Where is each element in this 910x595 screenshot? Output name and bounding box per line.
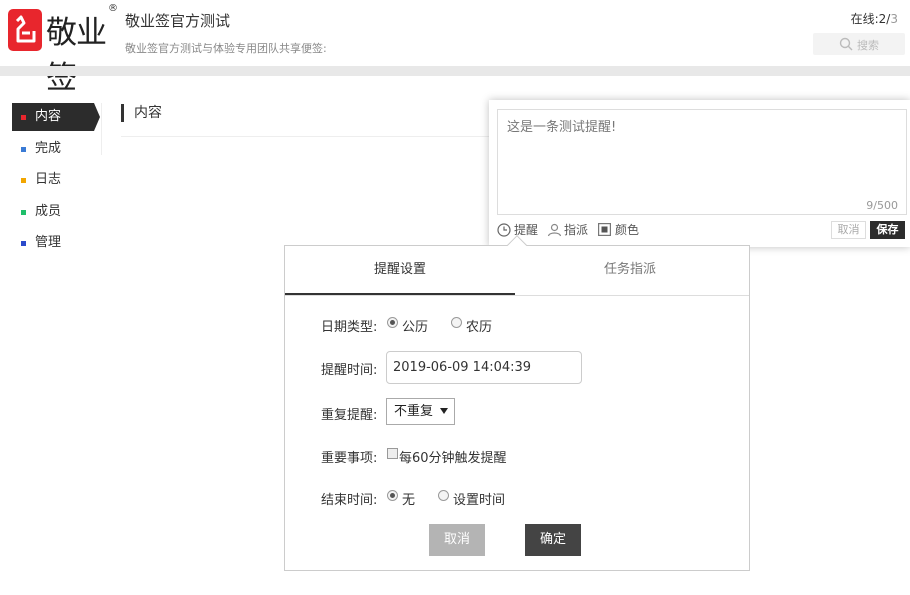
color-label: 颜色 [615, 223, 640, 237]
app-logo[interactable]: 敬业签 ® [8, 3, 118, 96]
repeat-label: 重复提醒: [321, 408, 378, 423]
note-textarea[interactable]: 这是一条测试提醒! 9/500 [497, 109, 907, 215]
tab-task-assign[interactable]: 任务指派 [515, 246, 745, 295]
user-icon [547, 223, 562, 237]
dialog-cancel-button[interactable]: 取消 [429, 524, 485, 556]
manage-dot-icon [21, 241, 26, 246]
clock-icon [497, 223, 511, 237]
team-title: 敬业签官方测试 [125, 12, 231, 30]
radio-lunar[interactable] [451, 317, 462, 328]
important-checkbox[interactable] [387, 448, 398, 459]
reminder-settings-dialog: 提醒设置 任务指派 日期类型: 公历 农历 提醒时间: 2019-06-09 1… [284, 235, 750, 571]
note-cancel-button[interactable]: 取消 [831, 221, 866, 239]
done-dot-icon [21, 146, 26, 152]
sidebar-item-label: 内容 [35, 109, 62, 124]
sidebar-divider [101, 103, 102, 155]
dialog-confirm-button[interactable]: 确定 [525, 524, 581, 556]
end-none-label: 无 [402, 493, 416, 508]
section-divider [121, 136, 491, 137]
search-placeholder: 搜索 [857, 39, 879, 52]
note-save-button[interactable]: 保存 [870, 221, 905, 239]
logo-text: 敬业签 [46, 15, 107, 96]
sidebar-item-label: 完成 [35, 140, 62, 156]
page-title: 内容 [121, 104, 162, 122]
assign-label: 指派 [564, 223, 589, 237]
sidebar-item-done[interactable]: 完成 [12, 135, 102, 167]
app-header: 敬业签 ® 敬业签官方测试 敬业签官方测试与体验专用团队共享便签: 在线:2/3… [0, 0, 910, 96]
members-dot-icon [21, 209, 26, 215]
online-status: 在线:2/3 [851, 10, 898, 27]
sidebar-item-log[interactable]: 日志 [12, 166, 102, 198]
end-time-label: 结束时间: [321, 493, 378, 508]
online-label: 在线: [850, 12, 879, 26]
important-label: 重要事项: [321, 451, 378, 466]
sidebar-item-label: 日志 [35, 172, 62, 187]
note-editor-panel: 这是一条测试提醒! 9/500 提醒 指派 颜色 取消 保存 [489, 100, 910, 247]
radio-solar[interactable] [387, 317, 398, 328]
content-dot-icon [21, 115, 26, 120]
repeat-select[interactable]: 不重复 [386, 398, 455, 425]
radio-end-none[interactable] [387, 490, 398, 501]
log-dot-icon [21, 178, 26, 183]
logo-mark [8, 9, 42, 51]
team-subtitle: 敬业签官方测试与体验专用团队共享便签: [125, 42, 327, 55]
sidebar-nav: 内容 完成 日志 成员 管理 [12, 103, 102, 261]
important-option-label: 每60分钟触发提醒 [399, 451, 507, 466]
sidebar-item-manage[interactable]: 管理 [12, 229, 102, 261]
repeat-value: 不重复 [394, 404, 434, 419]
tab-reminder-settings[interactable]: 提醒设置 [285, 246, 515, 295]
color-swatch-icon [598, 223, 611, 236]
date-type-label: 日期类型: [321, 320, 378, 335]
search-input[interactable]: 搜索 [813, 33, 905, 55]
end-set-time-label: 设置时间 [453, 493, 506, 508]
dropdown-arrow-icon [440, 408, 448, 414]
dialog-tabs: 提醒设置 任务指派 [285, 246, 749, 296]
radio-end-set-time[interactable] [438, 490, 449, 501]
online-total: 3 [890, 12, 898, 26]
search-icon [839, 37, 853, 51]
sidebar-item-content[interactable]: 内容 [12, 103, 100, 131]
remind-time-input[interactable]: 2019-06-09 14:04:39 [386, 351, 582, 384]
char-count: 9/500 [866, 199, 898, 212]
lunar-label: 农历 [466, 320, 493, 335]
remind-time-label: 提醒时间: [321, 363, 378, 378]
sidebar-item-label: 管理 [35, 235, 62, 250]
solar-label: 公历 [402, 320, 429, 335]
sidebar-item-label: 成员 [35, 203, 62, 219]
registered-mark: ® [108, 3, 118, 14]
sidebar-item-members[interactable]: 成员 [12, 198, 102, 230]
header-divider-bar [0, 66, 910, 76]
note-text: 这是一条测试提醒! [507, 120, 617, 135]
online-count: 2/ [878, 12, 891, 26]
